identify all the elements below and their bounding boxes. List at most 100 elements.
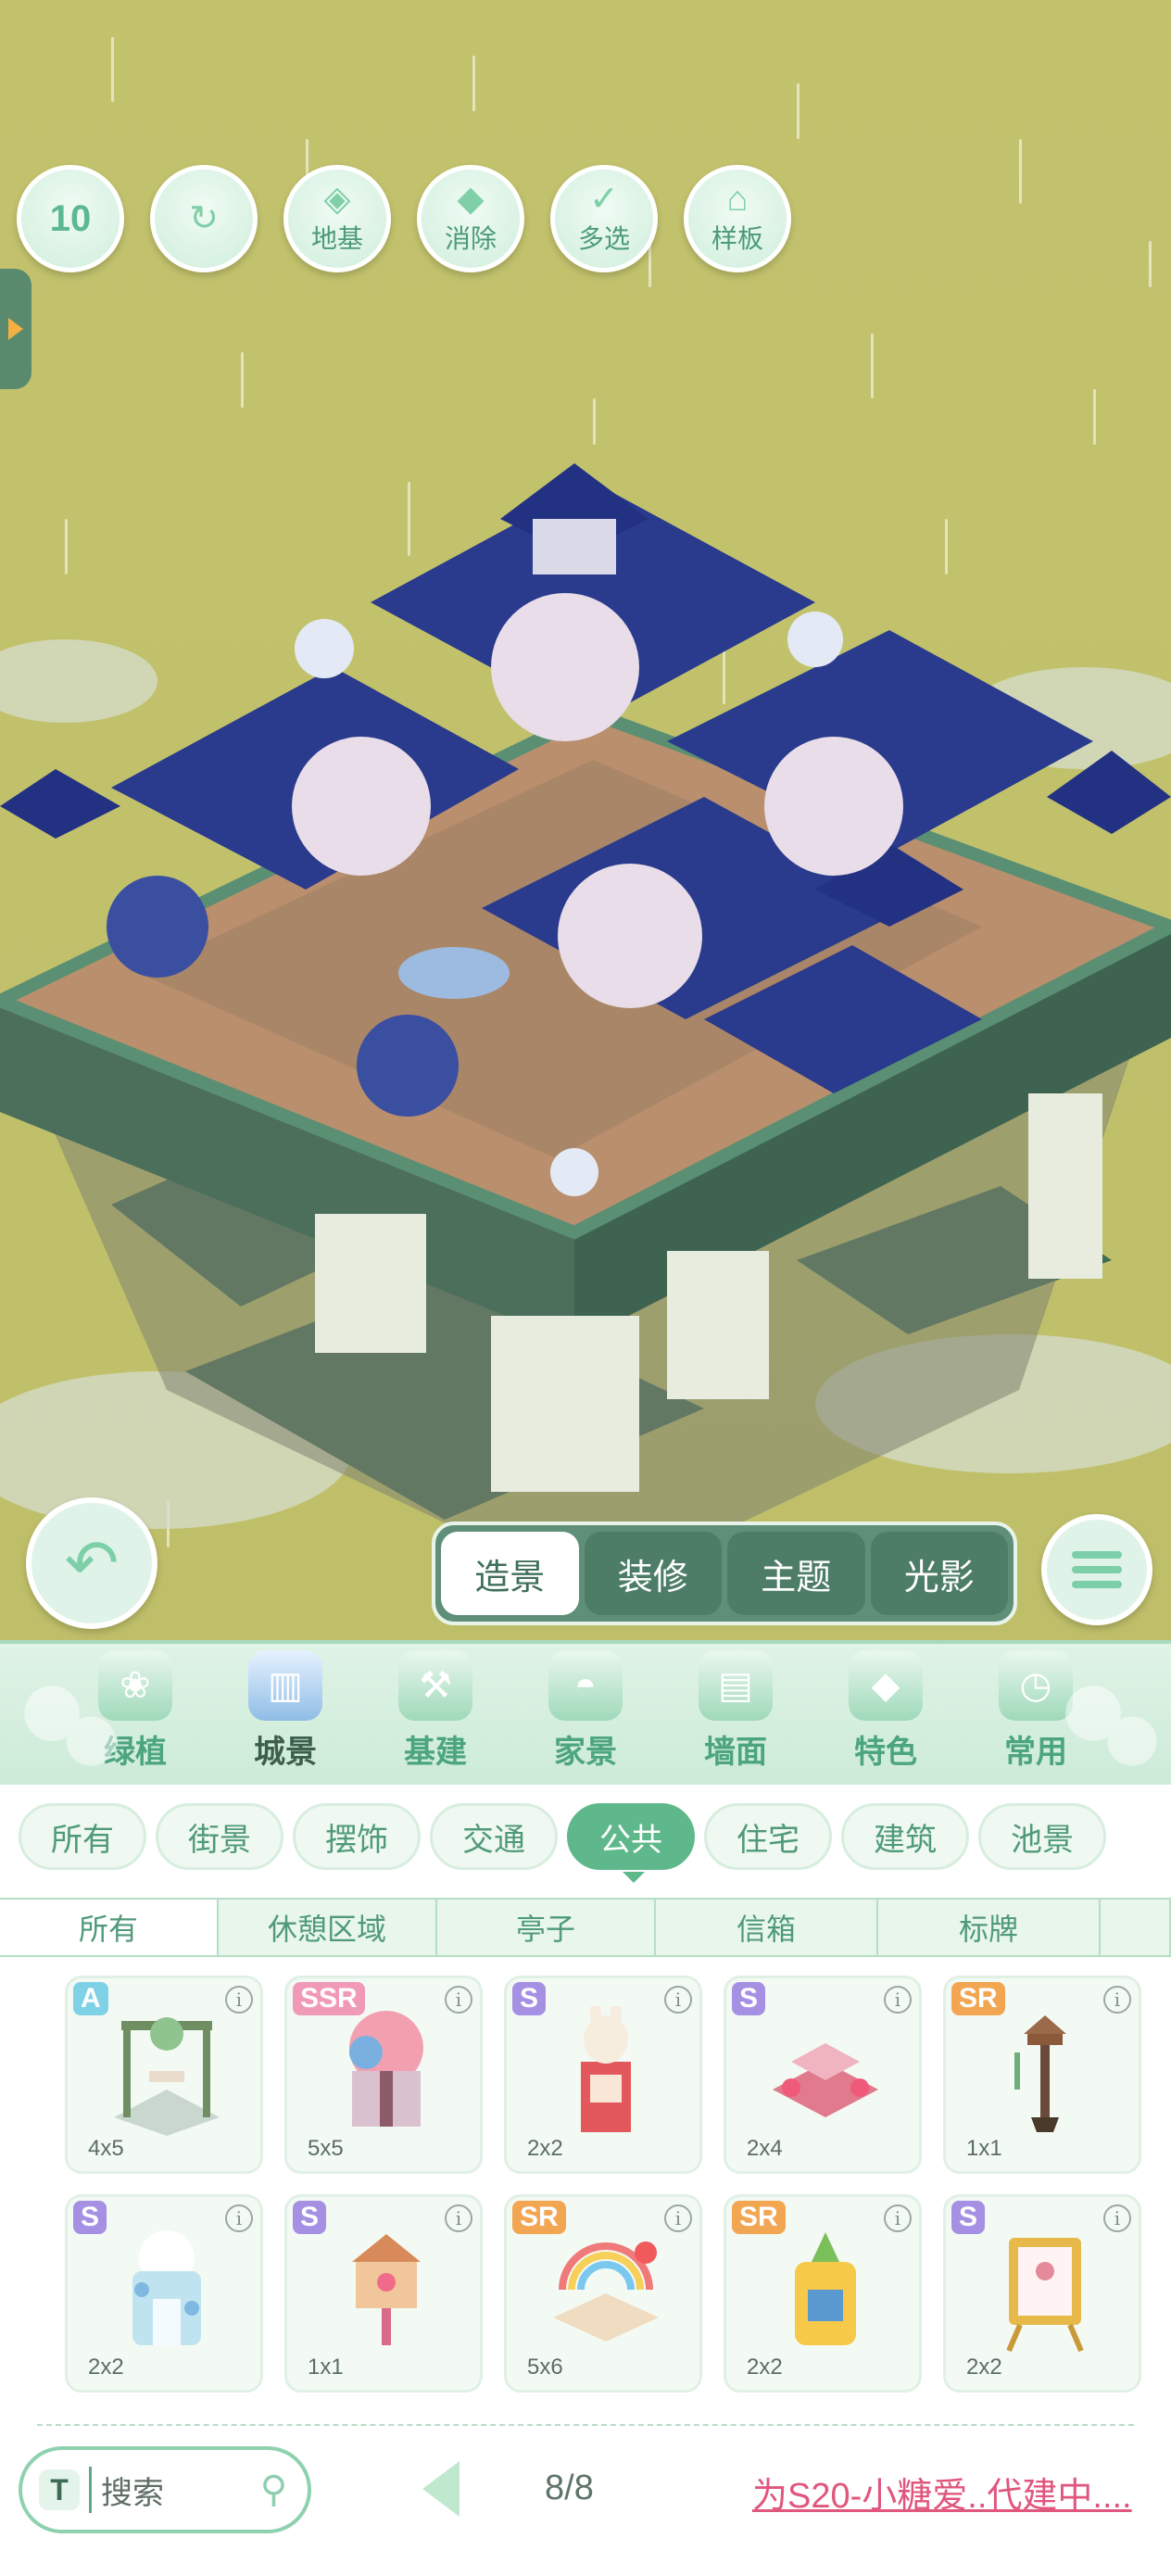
vine-swing-icon	[114, 2017, 220, 2136]
search-box[interactable]: T 搜索 ⚲	[19, 2446, 311, 2533]
prev-page-icon[interactable]	[422, 2461, 460, 2517]
info-icon[interactable]: i	[664, 2204, 692, 2232]
item-grid: Ai 4x5 SSR i 5x5 Si 2x2 Si 2x4 SR i 1x1 Si 2x2 Si 1x1 SR…	[65, 1976, 1141, 2393]
filter-public[interactable]: 公共	[567, 1803, 695, 1870]
category-city[interactable]: ▥ 城景	[210, 1644, 360, 1785]
item-size: 2x2	[88, 2355, 124, 2380]
rarity-badge: SR	[512, 2201, 566, 2234]
tab-decoration[interactable]: 装修	[584, 1532, 722, 1615]
mode-tabs: 造景 装修 主题 光影	[432, 1522, 1017, 1625]
rarity-badge: S	[512, 1982, 547, 2015]
rarity-badge: A	[73, 1982, 108, 2015]
item-card[interactable]: SSR i 5x5	[284, 1976, 483, 2174]
menu-icon	[1072, 1551, 1122, 1559]
item-card[interactable]: Si 2x2	[65, 2194, 263, 2393]
template-label: 样板	[711, 224, 763, 253]
category-home[interactable]: ◓ 家景	[510, 1644, 661, 1785]
rarity-badge: SR	[732, 2201, 786, 2234]
arrow-right-icon	[8, 318, 23, 340]
category-construction[interactable]: ⚒ 基建	[360, 1644, 510, 1785]
redo-icon: ↻	[189, 199, 219, 238]
info-icon[interactable]: i	[664, 1986, 692, 2014]
subtab-all[interactable]: 所有	[0, 1900, 219, 1955]
pineapple-kiosk-icon	[795, 2232, 856, 2345]
build-scene[interactable]: 10 ↻ ◈ 地基 ◆ 消除 ✓ 多选 ⌂ 样板 ↶ 造景 装修 主题 光影	[0, 0, 1171, 1640]
foundation-button[interactable]: ◈ 地基	[283, 165, 391, 272]
rarity-badge: S	[293, 2201, 327, 2234]
divider	[37, 2424, 1134, 2426]
item-card[interactable]: SR i 1x1	[943, 1976, 1141, 2174]
rarity-badge: SR	[951, 1982, 1005, 2015]
filter-all[interactable]: 所有	[19, 1803, 146, 1870]
side-drawer-toggle[interactable]	[0, 269, 31, 389]
info-icon[interactable]: i	[884, 2204, 912, 2232]
filter-chips: 所有 街景 摆饰 交通 公共 住宅 建筑 池景	[19, 1803, 1106, 1870]
filter-building[interactable]: 建筑	[841, 1803, 969, 1870]
back-button[interactable]: ↶	[26, 1497, 157, 1629]
foundation-label: 地基	[310, 224, 363, 253]
filter-pond[interactable]: 池景	[978, 1803, 1106, 1870]
tab-theme[interactable]: 主题	[727, 1532, 865, 1615]
undo-count: 10	[49, 197, 92, 239]
eraser-icon: ◆	[457, 180, 485, 219]
info-icon[interactable]: i	[1103, 1986, 1131, 2014]
filter-ornament[interactable]: 摆饰	[293, 1803, 421, 1870]
item-size: 5x5	[308, 2136, 344, 2161]
search-icon[interactable]: ⚲	[260, 2469, 287, 2511]
cloud-arch-icon	[132, 2230, 201, 2345]
category-feature[interactable]: ◆ 特色	[811, 1644, 961, 1785]
corner-flower-decoration	[0, 1644, 130, 1783]
filter-street[interactable]: 街景	[156, 1803, 283, 1870]
info-icon[interactable]: i	[884, 1986, 912, 2014]
filter-traffic[interactable]: 交通	[430, 1803, 558, 1870]
info-icon[interactable]: i	[1103, 2204, 1131, 2232]
tab-lighting[interactable]: 光影	[870, 1532, 1008, 1615]
subtab-pavilion[interactable]: 亭子	[437, 1900, 656, 1955]
multiselect-label: 多选	[577, 224, 630, 253]
item-card[interactable]: SR i 5x6	[504, 2194, 702, 2393]
build-on-behalf-link[interactable]: 为S20-小糖爱..代建中....	[752, 2467, 1132, 2518]
item-card[interactable]: Si 1x1	[284, 2194, 483, 2393]
item-size: 2x2	[966, 2355, 1002, 2380]
wall-icon: ▤	[699, 1650, 773, 1721]
lantern-post-icon	[1014, 2015, 1066, 2132]
item-size: 2x2	[527, 2136, 563, 2161]
item-card[interactable]: Si 2x4	[724, 1976, 922, 2174]
subtab-signboard[interactable]: 标牌	[878, 1900, 1101, 1955]
category-wall[interactable]: ▤ 墙面	[661, 1644, 811, 1785]
item-size: 1x1	[308, 2355, 344, 2380]
info-icon[interactable]: i	[445, 2204, 472, 2232]
subtab-more[interactable]	[1101, 1900, 1171, 1955]
tab-scenery[interactable]: 造景	[441, 1532, 579, 1615]
item-size: 1x1	[966, 2136, 1002, 2161]
item-card[interactable]: Ai 4x5	[65, 1976, 263, 2174]
category-bar: ❀ 绿植 ▥ 城景 ⚒ 基建 ◓ 家景 ▤ 墙面 ◆ 特色 ◷ 常用	[0, 1640, 1171, 1785]
filter-residential[interactable]: 住宅	[704, 1803, 832, 1870]
item-card[interactable]: Si 2x2	[943, 2194, 1141, 2393]
template-button[interactable]: ⌂ 样板	[684, 165, 791, 272]
rose-bench-icon	[773, 2043, 878, 2117]
erase-button[interactable]: ◆ 消除	[417, 165, 524, 272]
info-icon[interactable]: i	[225, 2204, 253, 2232]
subtab-mailbox[interactable]: 信箱	[656, 1900, 878, 1955]
subtab-rest-area[interactable]: 休憩区域	[219, 1900, 437, 1955]
search-input[interactable]: 搜索	[101, 2468, 260, 2513]
redo-button[interactable]: ↻	[150, 165, 258, 272]
undo-button[interactable]: 10	[17, 165, 124, 272]
menu-button[interactable]	[1041, 1514, 1152, 1625]
erase-label: 消除	[444, 224, 497, 253]
easel-sign-icon	[1006, 2238, 1084, 2353]
item-size: 4x5	[88, 2136, 124, 2161]
item-card[interactable]: SR i 2x2	[724, 2194, 922, 2393]
info-icon[interactable]: i	[225, 1986, 253, 2014]
text-toggle-icon[interactable]: T	[39, 2469, 80, 2510]
city-icon: ▥	[248, 1650, 322, 1721]
template-icon: ⌂	[726, 180, 749, 219]
info-icon[interactable]: i	[445, 1986, 472, 2014]
rose-pavilion-icon	[349, 2011, 423, 2127]
multiselect-button[interactable]: ✓ 多选	[550, 165, 658, 272]
item-size: 2x4	[747, 2136, 783, 2161]
feature-icon: ◆	[849, 1650, 923, 1721]
item-card[interactable]: Si 2x2	[504, 1976, 702, 2174]
construction-icon: ⚒	[398, 1650, 472, 1721]
